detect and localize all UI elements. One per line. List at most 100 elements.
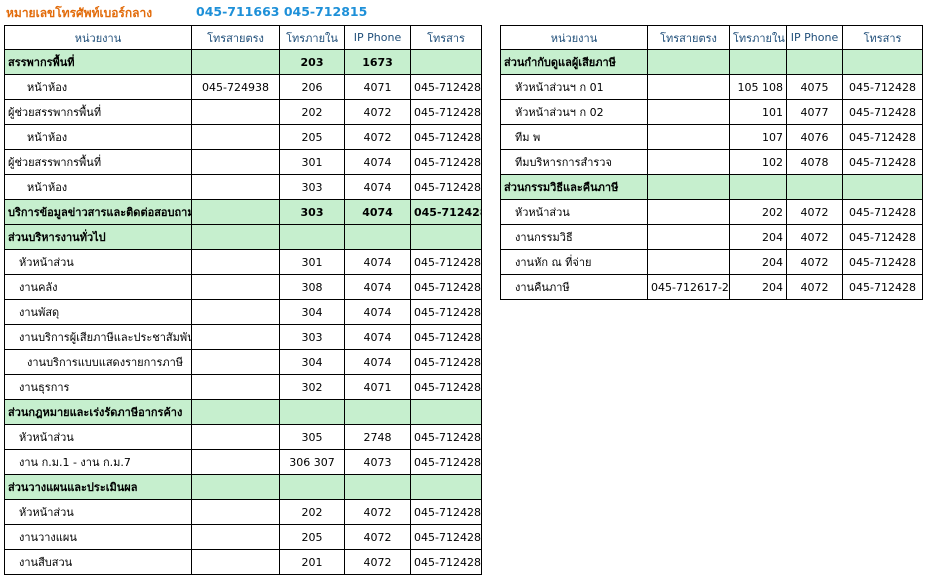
fax-cell: 045-712428 [410,124,482,150]
direct-line-cell [191,324,280,350]
table-row: หน้าห้อง 303 4074 045-712428 [4,174,482,200]
table-row: ผู้ช่วยสรรพากรพื้นที่ 301 4074 045-712428 [4,149,482,175]
unit-cell: หัวหน้าส่วน [4,249,192,275]
table-row: หน้าห้อง 205 4072 045-712428 [4,124,482,150]
internal-ext-cell: 305 [279,424,345,450]
direct-line-cell [191,449,280,475]
fax-cell: 045-712428 [410,549,482,575]
table-row: งาน ก.ม.1 - งาน ก.ม.7 306 307 4073 045-7124… [4,449,482,475]
unit-cell: ผู้ช่วยสรรพากรพื้นที่ [4,99,192,125]
unit-cell: บริการข้อมูลข่าวสารและติดต่อสอบถาม [4,199,192,225]
ip-phone-cell: 4074 [344,274,411,300]
internal-ext-cell: 303 [279,324,345,350]
direct-line-cell [647,174,730,200]
unit-cell: ผู้ช่วยสรรพากรพื้นที่ [4,149,192,175]
internal-ext-cell: 205 [279,124,345,150]
table-row: ผู้ช่วยสรรพากรพื้นที่ 202 4072 045-712428 [4,99,482,125]
col-header-ipphone: IP Phone [344,25,411,50]
col-header-internal: โทรภายใน [279,25,345,50]
fax-cell: 045-712428 [842,274,923,300]
internal-ext-cell: 204 [729,224,787,250]
internal-ext-cell: 302 [279,374,345,400]
unit-cell: หัวหน้าส่วนฯ ก 02 [500,99,648,125]
direct-line-cell: 045-712617-21 [647,274,730,300]
unit-cell: งานกรรมวิธี [500,224,648,250]
unit-cell: สรรพากรพื้นที่ [4,49,192,75]
direct-line-cell [191,549,280,575]
section-row: บริการข้อมูลข่าวสารและติดต่อสอบถาม 303 407… [4,199,482,225]
direct-line-cell [647,249,730,275]
table-row: หัวหน้าส่วน 202 4072 045-712428 [4,499,482,525]
internal-ext-cell: 202 [279,99,345,125]
direct-line-cell [191,199,280,225]
table-row: งานพัสดุ 304 4074 045-712428 [4,299,482,325]
internal-ext-cell: 308 [279,274,345,300]
unit-cell: ส่วนวางแผนและประเมินผล [4,474,192,500]
table-row: งานธุรการ 302 4071 045-712428 [4,374,482,400]
fax-cell: 045-712428 [410,349,482,375]
table-row: งานกรรมวิธี 204 4072 045-712428 [500,224,923,250]
internal-ext-cell: 206 [279,74,345,100]
unit-cell: งานคืนภาษี [500,274,648,300]
table-row: ทีมบริหารการสำรวจ 102 4078 045-712428 [500,149,923,175]
fax-cell [410,49,482,75]
unit-cell: หน้าห้อง [4,74,192,100]
unit-cell: งานคลัง [4,274,192,300]
internal-ext-cell: 303 [279,174,345,200]
table-row: หัวหน้าส่วน 202 4072 045-712428 [500,199,923,225]
fax-cell: 045-712428 [410,424,482,450]
fax-cell: 045-712428 [842,199,923,225]
header-row: หน่วยงาน โทรสายตรง โทรภายใน IP Phone โทร… [4,25,482,50]
table-row: งานคลัง 308 4074 045-712428 [4,274,482,300]
direct-line-cell [191,349,280,375]
table-row: หัวหน้าส่วนฯ ก 01 105 108 4075 045-712428 [500,74,923,100]
table-row: หัวหน้าส่วน 301 4074 045-712428 [4,249,482,275]
direct-line-cell [647,124,730,150]
unit-cell: ส่วนกรรมวิธีและคืนภาษี [500,174,648,200]
ip-phone-cell: 4073 [344,449,411,475]
table-row: งานหัก ณ ที่จ่าย 204 4072 045-712428 [500,249,923,275]
direct-line-cell [191,299,280,325]
unit-cell: ทีมบริหารการสำรวจ [500,149,648,175]
direct-line-cell [191,474,280,500]
fax-cell [410,399,482,425]
table-row: หัวหน้าส่วน 305 2748 045-712428 [4,424,482,450]
fax-cell: 045-712428 [410,199,482,225]
left-directory-table: หน่วยงาน โทรสายตรง โทรภายใน IP Phone โทร… [4,25,482,575]
ip-phone-cell: 2748 [344,424,411,450]
internal-ext-cell: 204 [729,249,787,275]
fax-cell [842,174,923,200]
fax-cell: 045-712428 [842,149,923,175]
fax-cell: 045-712428 [410,74,482,100]
ip-phone-cell [344,474,411,500]
table-row: งานสืบสวน 201 4072 045-712428 [4,549,482,575]
unit-cell: หัวหน้าส่วน [4,424,192,450]
table-row: หน้าห้อง 045-724938 206 4071 045-712428 [4,74,482,100]
fax-cell: 045-712428 [410,249,482,275]
col-header-internal: โทรภายใน [729,25,787,50]
fax-cell: 045-712428 [842,249,923,275]
unit-cell: หัวหน้าส่วน [4,499,192,525]
internal-ext-cell [279,474,345,500]
internal-ext-cell: 304 [279,299,345,325]
ip-phone-cell: 4076 [786,124,843,150]
internal-ext-cell: 304 [279,349,345,375]
internal-ext-cell: 303 [279,199,345,225]
unit-cell: งาน ก.ม.1 - งาน ก.ม.7 [4,449,192,475]
section-row: ส่วนกรรมวิธีและคืนภาษี [500,174,923,200]
ip-phone-cell [786,174,843,200]
col-header-fax: โทรสาร [842,25,923,50]
ip-phone-cell: 4074 [344,349,411,375]
col-header-unit: หน่วยงาน [4,25,192,50]
direct-line-cell [191,499,280,525]
ip-phone-cell: 1673 [344,49,411,75]
fax-cell: 045-712428 [410,374,482,400]
ip-phone-cell: 4075 [786,74,843,100]
section-row: ส่วนบริหารงานทั่วไป [4,224,482,250]
unit-cell: งานวางแผน [4,524,192,550]
fax-cell: 045-712428 [410,324,482,350]
internal-ext-cell: 306 307 [279,449,345,475]
fax-cell: 045-712428 [410,174,482,200]
internal-ext-cell: 301 [279,149,345,175]
internal-ext-cell: 102 [729,149,787,175]
